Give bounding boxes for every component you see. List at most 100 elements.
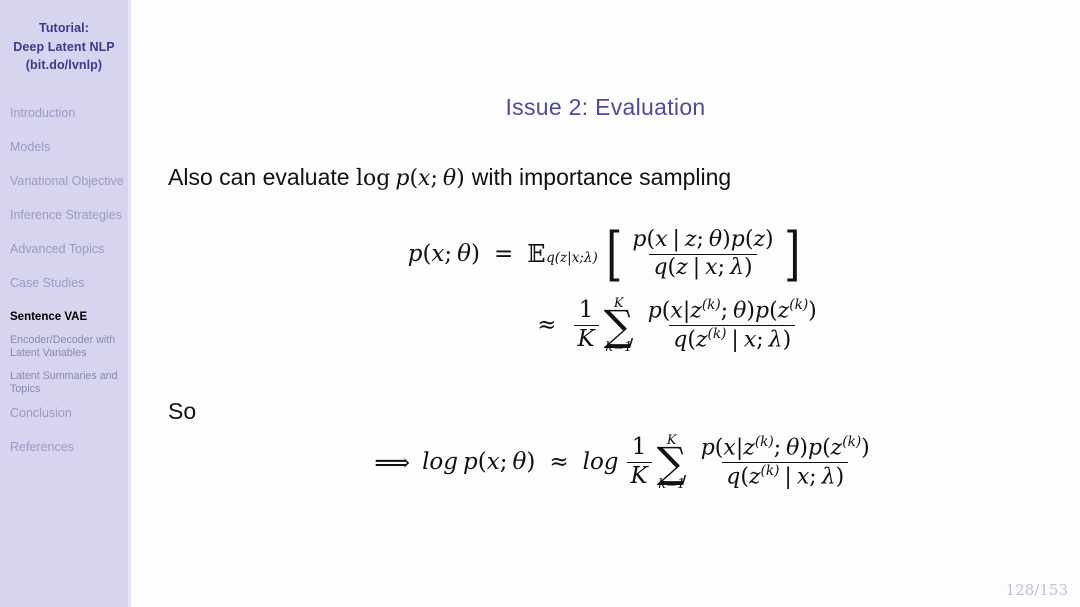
eq3-den-semicolon: ;: [809, 464, 817, 490]
eq1-num-lparen: (: [646, 227, 656, 252]
eq2-num-p2: p: [754, 298, 770, 324]
eq3-den-lparen: (: [740, 464, 749, 490]
math-log: log: [355, 166, 391, 191]
sidebar-item-variational-objective[interactable]: Variational Objective: [0, 174, 128, 189]
eq1-den-x: x: [705, 254, 718, 280]
eq3-approx: ≈: [549, 449, 569, 476]
sidebar-item-case-studies[interactable]: Case Studies: [0, 276, 128, 291]
sidebar-item-inference-strategies[interactable]: Inference Strategies: [0, 208, 128, 223]
eq3-theta: θ: [512, 449, 527, 476]
eq2-num-theta: θ: [733, 298, 747, 324]
eq2-den-z-sup: (k): [707, 325, 727, 342]
eq3-sum-lower: k=1: [658, 476, 686, 492]
eq1-rparen: ): [471, 241, 480, 268]
eq3-denominator: q(z(k) | x; λ): [722, 461, 849, 490]
eq3-K: K: [626, 461, 652, 490]
eq1-right-bracket: ]: [783, 219, 801, 288]
eq3-implies: ⟹: [374, 447, 410, 477]
eq3-numerator: p(x|z(k); θ)p(z(k)): [697, 433, 874, 462]
sidebar-item-models[interactable]: Models: [0, 140, 128, 155]
eq2-num-rparen: ): [746, 298, 755, 324]
eq1-num-rparen: ): [722, 227, 731, 252]
eq2-num-z-sup: (k): [701, 296, 721, 313]
eq1-num-rparen2: ): [765, 227, 774, 252]
eq2-num-z2: z: [777, 298, 790, 324]
math-theta: θ: [442, 166, 457, 191]
eq3-log: log: [422, 449, 459, 476]
sidebar-item-latent-summaries-and-topics[interactable]: Latent Summaries and Topics: [0, 370, 128, 396]
eq1-lparen: (: [422, 241, 432, 268]
sidebar-title: Tutorial: Deep Latent NLP (bit.do/lvnlp): [0, 0, 128, 75]
eq3-num-z2: z: [830, 435, 843, 461]
eq3-semicolon: ;: [499, 449, 508, 476]
intro-text-after: with importance sampling: [471, 164, 732, 190]
eq1-num-theta: θ: [708, 227, 723, 252]
sidebar-item-sentence-vae[interactable]: Sentence VAE: [0, 310, 128, 325]
eq3-log2: log: [582, 449, 619, 476]
eq3-num-rparen2: ): [861, 435, 870, 461]
eq3-den-rparen: ): [835, 464, 845, 490]
eq3-one-over-k: 1 K: [626, 434, 652, 490]
eq2-one-over-k: 1 K: [573, 297, 599, 353]
eq2-num-rparen2: ): [808, 298, 817, 324]
eq2-den-rparen: ): [782, 327, 792, 353]
eq2-denominator: q(z(k) | x; λ): [669, 324, 796, 353]
eq3-den-z-sup: (k): [760, 462, 780, 479]
sidebar-item-encoder-decoder-with-latent-variables[interactable]: Encoder/Decoder with Latent Variables: [0, 334, 128, 360]
eq2-approx: ≈: [537, 312, 557, 339]
eq2-den-lparen: (: [687, 327, 696, 353]
eq3-num-z2-sup: (k): [842, 433, 862, 450]
eq3-rparen: ): [526, 449, 536, 476]
eq1-den-q: q: [653, 254, 668, 280]
eq1-fraction: p(x | z; θ)p(z) q(z | x; λ): [628, 227, 777, 281]
eq2-numerator: p(x|z(k); θ)p(z(k)): [644, 296, 821, 325]
eq2-num-z2-sup: (k): [789, 296, 809, 313]
page-title: Issue 2: Evaluation: [505, 94, 706, 120]
eq1-p: p: [407, 241, 423, 268]
eq1-expect-symbol: 𝔼: [527, 240, 546, 269]
math-p: p: [395, 166, 410, 191]
math-lparen: (: [409, 166, 419, 191]
eq3-num-semicolon: ;: [773, 435, 782, 461]
eq2-num-p: p: [647, 298, 662, 324]
eq1-semicolon: ;: [444, 241, 453, 268]
eq1-numerator: p(x | z; θ)p(z): [628, 227, 777, 254]
sidebar-title-line-3: (bit.do/lvnlp): [25, 58, 103, 72]
so-label: So: [168, 398, 197, 424]
eq3-num-p: p: [700, 435, 715, 461]
eq1-equals: =: [494, 241, 514, 268]
eq3-den-x: x: [796, 464, 810, 490]
eq2-sum-lower: k=1: [605, 339, 633, 355]
eq1-num-p: p: [632, 227, 647, 252]
eq3-lparen: (: [477, 449, 487, 476]
eq2-num-x: x: [670, 298, 683, 324]
eq2-num-z: z: [690, 298, 702, 324]
eq3-num-x: x: [723, 435, 736, 461]
eq1-den-semicolon: ;: [717, 254, 725, 280]
eq3-num-rparen: ): [799, 435, 808, 461]
sidebar-item-conclusion[interactable]: Conclusion: [0, 406, 128, 421]
eq2-num-lparen2: (: [769, 298, 778, 324]
inline-math-log-px: log p(x; θ): [356, 166, 472, 191]
eq3-den-z: z: [748, 464, 761, 490]
eq1-num-semicolon: ;: [696, 227, 704, 252]
eq1-den-z: z: [676, 254, 688, 280]
eq1-denominator: q(z | x; λ): [649, 253, 757, 281]
sidebar-item-advanced-topics[interactable]: Advanced Topics: [0, 242, 128, 257]
eq2-den-semicolon: ;: [756, 327, 764, 353]
eq3-num-p2: p: [807, 435, 823, 461]
eq1-num-p2: p: [730, 227, 745, 252]
eq1-num-z2: z: [753, 227, 766, 252]
eq3-x: x: [486, 449, 500, 476]
eq1-sub-q: q: [546, 250, 555, 267]
math-semicolon: ;: [430, 166, 438, 191]
eq2-summation: K ∑ k=1: [604, 297, 634, 354]
sidebar-item-introduction[interactable]: Introduction: [0, 106, 128, 121]
eq2-K: K: [573, 324, 599, 353]
eq1-num-mid: |: [672, 227, 680, 252]
eq2-one: 1: [578, 297, 594, 324]
sidebar-item-references[interactable]: References: [0, 440, 128, 455]
equation-importance-sample: ≈ 1 K K ∑ k=1 p(x|z(k); θ)p(z(k)) q(z(k)…: [131, 297, 1080, 354]
table-of-contents: Introduction Models Variational Objectiv…: [0, 106, 128, 455]
sidebar-title-line-1: Tutorial:: [39, 21, 89, 35]
